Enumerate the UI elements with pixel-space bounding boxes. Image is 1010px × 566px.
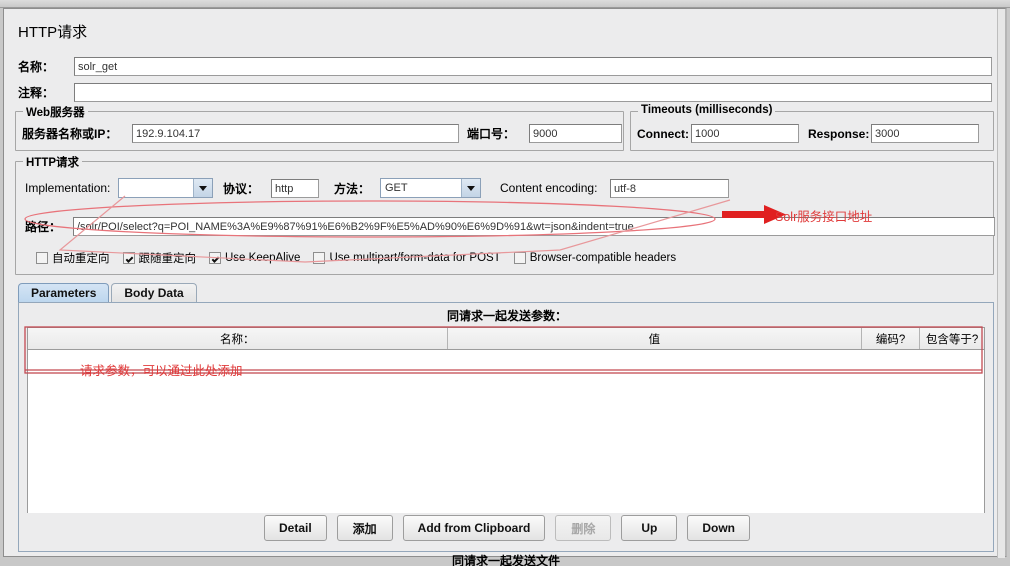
- window-top-strip: [0, 0, 1010, 8]
- vertical-scrollbar[interactable]: [997, 9, 1005, 558]
- comment-label: 注释：: [18, 86, 55, 100]
- connect-timeout-input[interactable]: 1000: [691, 124, 799, 143]
- implementation-value: [119, 179, 193, 197]
- implementation-select[interactable]: [118, 178, 213, 198]
- server-host-label: 服务器名称或IP：: [22, 127, 118, 141]
- method-value: GET: [381, 179, 461, 197]
- response-timeout-label: Response:: [808, 126, 870, 141]
- send-files-title: 同请求一起发送文件: [451, 554, 560, 566]
- column-header-encode[interactable]: 编码?: [862, 328, 921, 349]
- server-host-input[interactable]: 192.9.104.17: [132, 124, 459, 143]
- tab-bar: Parameters Body Data: [18, 281, 199, 303]
- content-encoding-input[interactable]: utf-8: [610, 178, 729, 198]
- up-button[interactable]: Up: [621, 515, 678, 541]
- annotation-params-note: 请求参数，可以通过此处添加: [80, 364, 243, 378]
- tab-parameters[interactable]: Parameters: [18, 283, 110, 303]
- parameters-panel: 同请求一起发送参数： 名称： 值 编码? 包含等于? Detail 添加 Add…: [18, 302, 994, 552]
- checkbox-box: [36, 252, 48, 264]
- parameters-button-row: Detail 添加 Add from Clipboard 删除 Up Down: [19, 515, 995, 541]
- column-header-value[interactable]: 值: [448, 328, 863, 349]
- connect-timeout-label: Connect:: [637, 126, 689, 141]
- path-label: 路径：: [25, 220, 62, 234]
- checkbox-auto-redirect[interactable]: 自动重定向: [36, 250, 110, 266]
- checkbox-browser-compatible-headers[interactable]: Browser-compatible headers: [513, 252, 677, 264]
- method-label: 方法：: [334, 181, 371, 196]
- delete-button: 删除: [555, 515, 612, 541]
- checkbox-box: [209, 252, 221, 264]
- method-select[interactable]: GET: [380, 178, 481, 198]
- down-button[interactable]: Down: [687, 515, 751, 541]
- name-input[interactable]: solr_get: [74, 57, 992, 76]
- checkbox-label: 自动重定向: [52, 253, 110, 265]
- checkbox-use-multipart[interactable]: Use multipart/form-data for POST: [313, 252, 501, 264]
- timeouts-caption: Timeouts (milliseconds): [638, 104, 776, 116]
- response-timeout-input[interactable]: 3000: [871, 124, 979, 143]
- protocol-input[interactable]: http: [271, 178, 319, 198]
- http-request-caption: HTTP请求: [23, 154, 83, 170]
- detail-button[interactable]: Detail: [263, 515, 327, 541]
- request-options-row: 自动重定向 跟随重定向 Use KeepAlive Use multipart/…: [36, 250, 676, 266]
- timeouts-row: Connect: 1000 Response: 3000: [637, 124, 979, 143]
- comment-input[interactable]: [74, 83, 992, 102]
- timeouts-group: Timeouts (milliseconds) Connect: 1000 Re…: [630, 104, 994, 151]
- server-port-input[interactable]: 9000: [529, 124, 622, 143]
- implementation-row: Implementation: 协议： http 方法： GET Content…: [25, 178, 729, 198]
- checkbox-label: Browser-compatible headers: [529, 252, 677, 264]
- web-server-group: Web服务器 服务器名称或IP： 192.9.104.17 端口号： 9000: [15, 104, 624, 151]
- page-title: HTTP请求: [18, 24, 88, 41]
- send-files-section-clipped: 同请求一起发送文件: [18, 552, 994, 566]
- checkbox-box: [313, 252, 326, 264]
- add-button[interactable]: 添加: [336, 515, 393, 541]
- checkbox-label: 跟随重定向: [138, 253, 197, 265]
- server-port-label: 端口号：: [467, 127, 516, 141]
- comment-row: 注释：: [18, 83, 994, 102]
- annotation-path-note: Solr服务接口地址: [775, 210, 873, 224]
- protocol-label: 协议：: [223, 181, 260, 196]
- chevron-down-icon: [461, 179, 480, 197]
- http-request-window: HTTP请求 名称： solr_get 注释： Web服务器 服务器名称或IP：…: [3, 8, 1007, 566]
- column-header-include-equals[interactable]: 包含等于?: [920, 328, 984, 349]
- name-label: 名称：: [18, 60, 55, 74]
- checkbox-box: [122, 252, 135, 264]
- checkbox-use-keepalive[interactable]: Use KeepAlive: [209, 252, 300, 264]
- tab-body-data[interactable]: Body Data: [111, 283, 197, 303]
- implementation-label: Implementation:: [25, 181, 111, 195]
- name-row: 名称： solr_get: [18, 57, 994, 76]
- add-from-clipboard-button[interactable]: Add from Clipboard: [402, 515, 546, 541]
- server-host-row: 服务器名称或IP： 192.9.104.17 端口号： 9000: [22, 124, 622, 143]
- checkbox-label: Use KeepAlive: [225, 252, 301, 264]
- content-encoding-label: Content encoding:: [500, 181, 598, 195]
- checkbox-follow-redirect[interactable]: 跟随重定向: [122, 250, 197, 266]
- checkbox-box: [513, 252, 526, 264]
- column-header-name[interactable]: 名称：: [28, 328, 448, 349]
- parameters-table: 名称： 值 编码? 包含等于?: [27, 327, 985, 513]
- checkbox-label: Use multipart/form-data for POST: [329, 252, 501, 264]
- table-header-row: 名称： 值 编码? 包含等于?: [28, 328, 984, 350]
- chevron-down-icon: [193, 179, 212, 197]
- send-parameters-title: 同请求一起发送参数：: [446, 309, 567, 323]
- web-server-caption: Web服务器: [23, 104, 88, 120]
